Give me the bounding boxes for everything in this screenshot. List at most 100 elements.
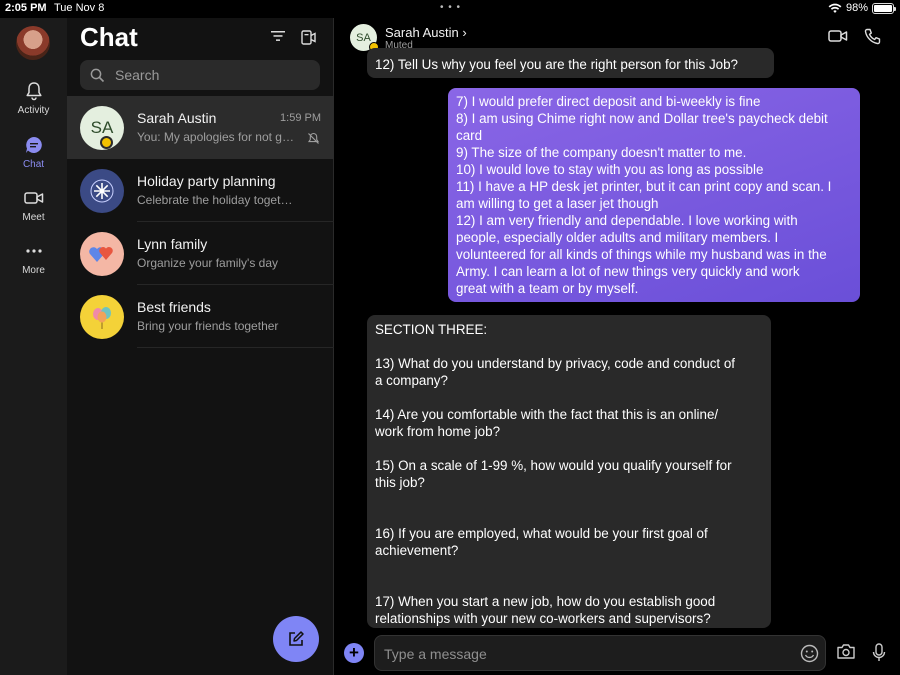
- message-line: 10) I would love to stay with you as lon…: [456, 162, 764, 177]
- message-line: great with a team or by myself.: [456, 281, 639, 296]
- chat-name: Holiday party planning: [137, 173, 276, 189]
- message-line: 12) Tell Us why you feel you are the rig…: [375, 57, 738, 72]
- muted-bell-icon: [307, 132, 320, 144]
- chevron-right-icon: ›: [462, 25, 467, 40]
- rail-label-meet: Meet: [22, 212, 45, 223]
- message-line: 13) What do you understand by privacy, c…: [375, 356, 736, 371]
- message-blank-line: [375, 576, 763, 593]
- conversation-pane: SA Sarah Austin › Muted 12) Tell Us why …: [335, 18, 900, 675]
- avatar-initials: SA: [356, 31, 371, 44]
- chat-preview: You: My apologies for not getting back t…: [137, 130, 297, 144]
- message-line: achievement?: [375, 543, 459, 558]
- battery-percent: 98%: [845, 2, 868, 14]
- chat-name: Sarah Austin: [137, 110, 217, 126]
- microphone-icon[interactable]: [872, 643, 886, 662]
- page-title: Chat: [80, 22, 138, 52]
- message-line: SECTION THREE:: [375, 322, 488, 337]
- message-blank-line: [375, 440, 763, 457]
- message-line: this job?: [375, 475, 425, 490]
- message-blank-line: [375, 508, 763, 525]
- chat-preview: Organize your family's day: [137, 256, 279, 270]
- message-placeholder: Type a message: [384, 646, 487, 662]
- message-line: 16) If you are employed, what would be y…: [375, 526, 708, 541]
- rail-label-more: More: [22, 265, 45, 276]
- rail-label-activity: Activity: [17, 105, 50, 116]
- filter-icon[interactable]: [270, 29, 286, 43]
- chat-time: 1:59 PM: [280, 112, 321, 124]
- message-incoming[interactable]: 12) Tell Us why you feel you are the rig…: [367, 48, 774, 78]
- status-bar: 2:05 PM Tue Nov 8 • • • 98%: [0, 0, 900, 18]
- battery-icon: [872, 2, 896, 14]
- rail-item-activity[interactable]: Activity: [0, 80, 67, 116]
- phone-call-icon[interactable]: [864, 28, 881, 45]
- compose-icon: [289, 631, 304, 646]
- chat-name: Lynn family: [137, 236, 208, 252]
- message-line: card: [456, 128, 483, 143]
- message-line: volunteered for all kinds of things whil…: [456, 247, 827, 262]
- chat-item-best-friends[interactable]: Best friends Bring your friends together: [67, 285, 334, 348]
- message-input[interactable]: Type a message: [374, 635, 826, 671]
- avatar: [80, 169, 124, 213]
- message-line: 7) I would prefer direct deposit and bi-…: [456, 94, 761, 109]
- message-line: work from home job?: [375, 424, 501, 439]
- wifi-icon: [828, 3, 842, 13]
- divider: [137, 347, 334, 348]
- rail-item-more[interactable]: More: [0, 240, 67, 276]
- avatar: [80, 295, 124, 339]
- message-line: 9) The size of the company doesn't matte…: [456, 145, 747, 160]
- bell-icon: [25, 82, 42, 101]
- message-line: 12) I am very friendly and dependable. I…: [456, 213, 798, 228]
- message-outgoing[interactable]: 7) I would prefer direct deposit and bi-…: [448, 88, 860, 302]
- message-blank-line: [375, 559, 763, 576]
- message-line: a company?: [375, 373, 448, 388]
- chat-icon: [25, 137, 42, 153]
- message-line: relationships with your new co-workers a…: [375, 611, 711, 626]
- message-blank-line: [375, 338, 763, 355]
- message-line: 11) I have a HP desk jet printer, but it…: [456, 179, 832, 194]
- meet-now-icon[interactable]: [299, 29, 317, 47]
- avatar-initials: SA: [90, 118, 114, 137]
- message-blank-line: [375, 491, 763, 508]
- camera-icon[interactable]: [836, 643, 856, 660]
- avatar: [80, 232, 124, 276]
- chat-name: Best friends: [137, 299, 211, 315]
- hearts-icon: [89, 247, 113, 262]
- balloons-icon: [93, 307, 111, 329]
- new-chat-button[interactable]: [273, 616, 319, 662]
- chat-item-sarah-austin[interactable]: SA Sarah Austin 1:59 PM You: My apologie…: [67, 96, 334, 159]
- chat-list-pane: Chat Search SA Sarah Austin 1:59 PM You:…: [67, 18, 334, 675]
- status-date: Tue Nov 8: [54, 2, 105, 14]
- chat-preview: Bring your friends together: [137, 319, 279, 333]
- message-line: 15) On a scale of 1-99 %, how would you …: [375, 458, 732, 473]
- video-icon: [23, 192, 43, 204]
- rail-item-chat[interactable]: Chat: [0, 134, 67, 170]
- message-line: Army. I can learn a lot of new things ve…: [456, 264, 800, 279]
- app-rail: Activity Chat Meet More: [0, 18, 67, 675]
- message-line: am willing to get a laser jet though: [456, 196, 659, 211]
- chat-preview: Celebrate the holiday together: [137, 193, 297, 207]
- ellipsis-icon: [25, 249, 42, 253]
- message-composer: + Type a message: [335, 634, 900, 675]
- profile-avatar[interactable]: [16, 26, 50, 60]
- chat-item-lynn-family[interactable]: Lynn family Organize your family's day: [67, 222, 334, 285]
- rail-label-chat: Chat: [22, 159, 45, 170]
- contact-name-text: Sarah Austin: [385, 25, 459, 40]
- message-line: 8) I am using Chime right now and Dollar…: [456, 111, 828, 126]
- message-line: 14) Are you comfortable with the fact th…: [375, 407, 719, 422]
- rail-item-meet[interactable]: Meet: [0, 187, 67, 223]
- add-attachment-button[interactable]: +: [344, 643, 364, 663]
- video-call-icon[interactable]: [828, 28, 848, 44]
- message-incoming[interactable]: SECTION THREE: 13) What do you understand…: [367, 315, 771, 628]
- away-status-icon: [100, 136, 113, 149]
- message-line: 17) When you start a new job, how do you…: [375, 594, 716, 609]
- emoji-icon[interactable]: [800, 644, 819, 663]
- search-input[interactable]: Search: [80, 60, 320, 90]
- chat-item-holiday-party[interactable]: Holiday party planning Celebrate the hol…: [67, 159, 334, 222]
- contact-name[interactable]: Sarah Austin ›: [385, 25, 467, 40]
- multitasking-dots-icon[interactable]: • • •: [440, 2, 461, 13]
- message-line: people, especially older adults and mili…: [456, 230, 779, 245]
- search-placeholder: Search: [115, 67, 160, 83]
- message-blank-line: [375, 389, 763, 406]
- snowflake-icon: [90, 179, 114, 203]
- status-time: 2:05 PM: [5, 2, 47, 14]
